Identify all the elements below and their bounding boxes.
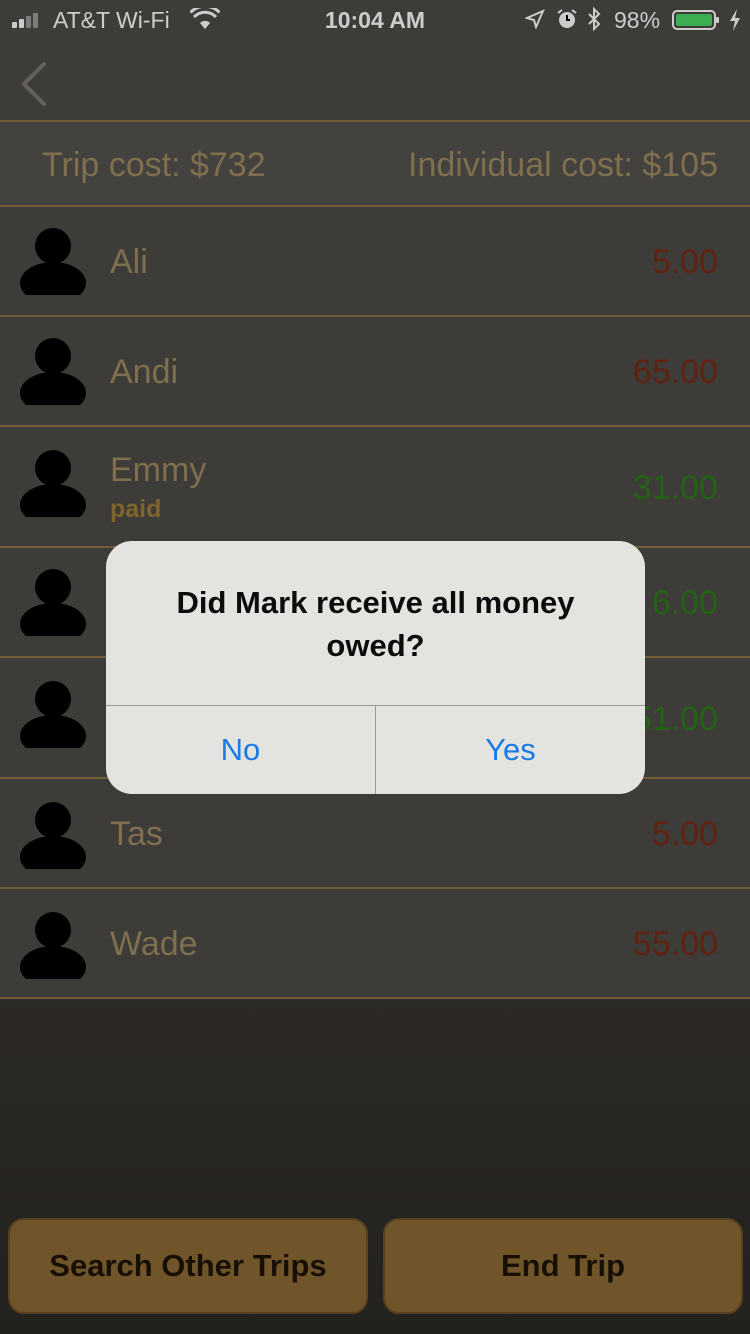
confirm-dialog: Did Mark receive all money owed? No Yes: [106, 541, 645, 794]
no-button[interactable]: No: [106, 706, 375, 794]
yes-button[interactable]: Yes: [376, 706, 645, 794]
dialog-title: Did Mark receive all money owed?: [176, 585, 575, 663]
